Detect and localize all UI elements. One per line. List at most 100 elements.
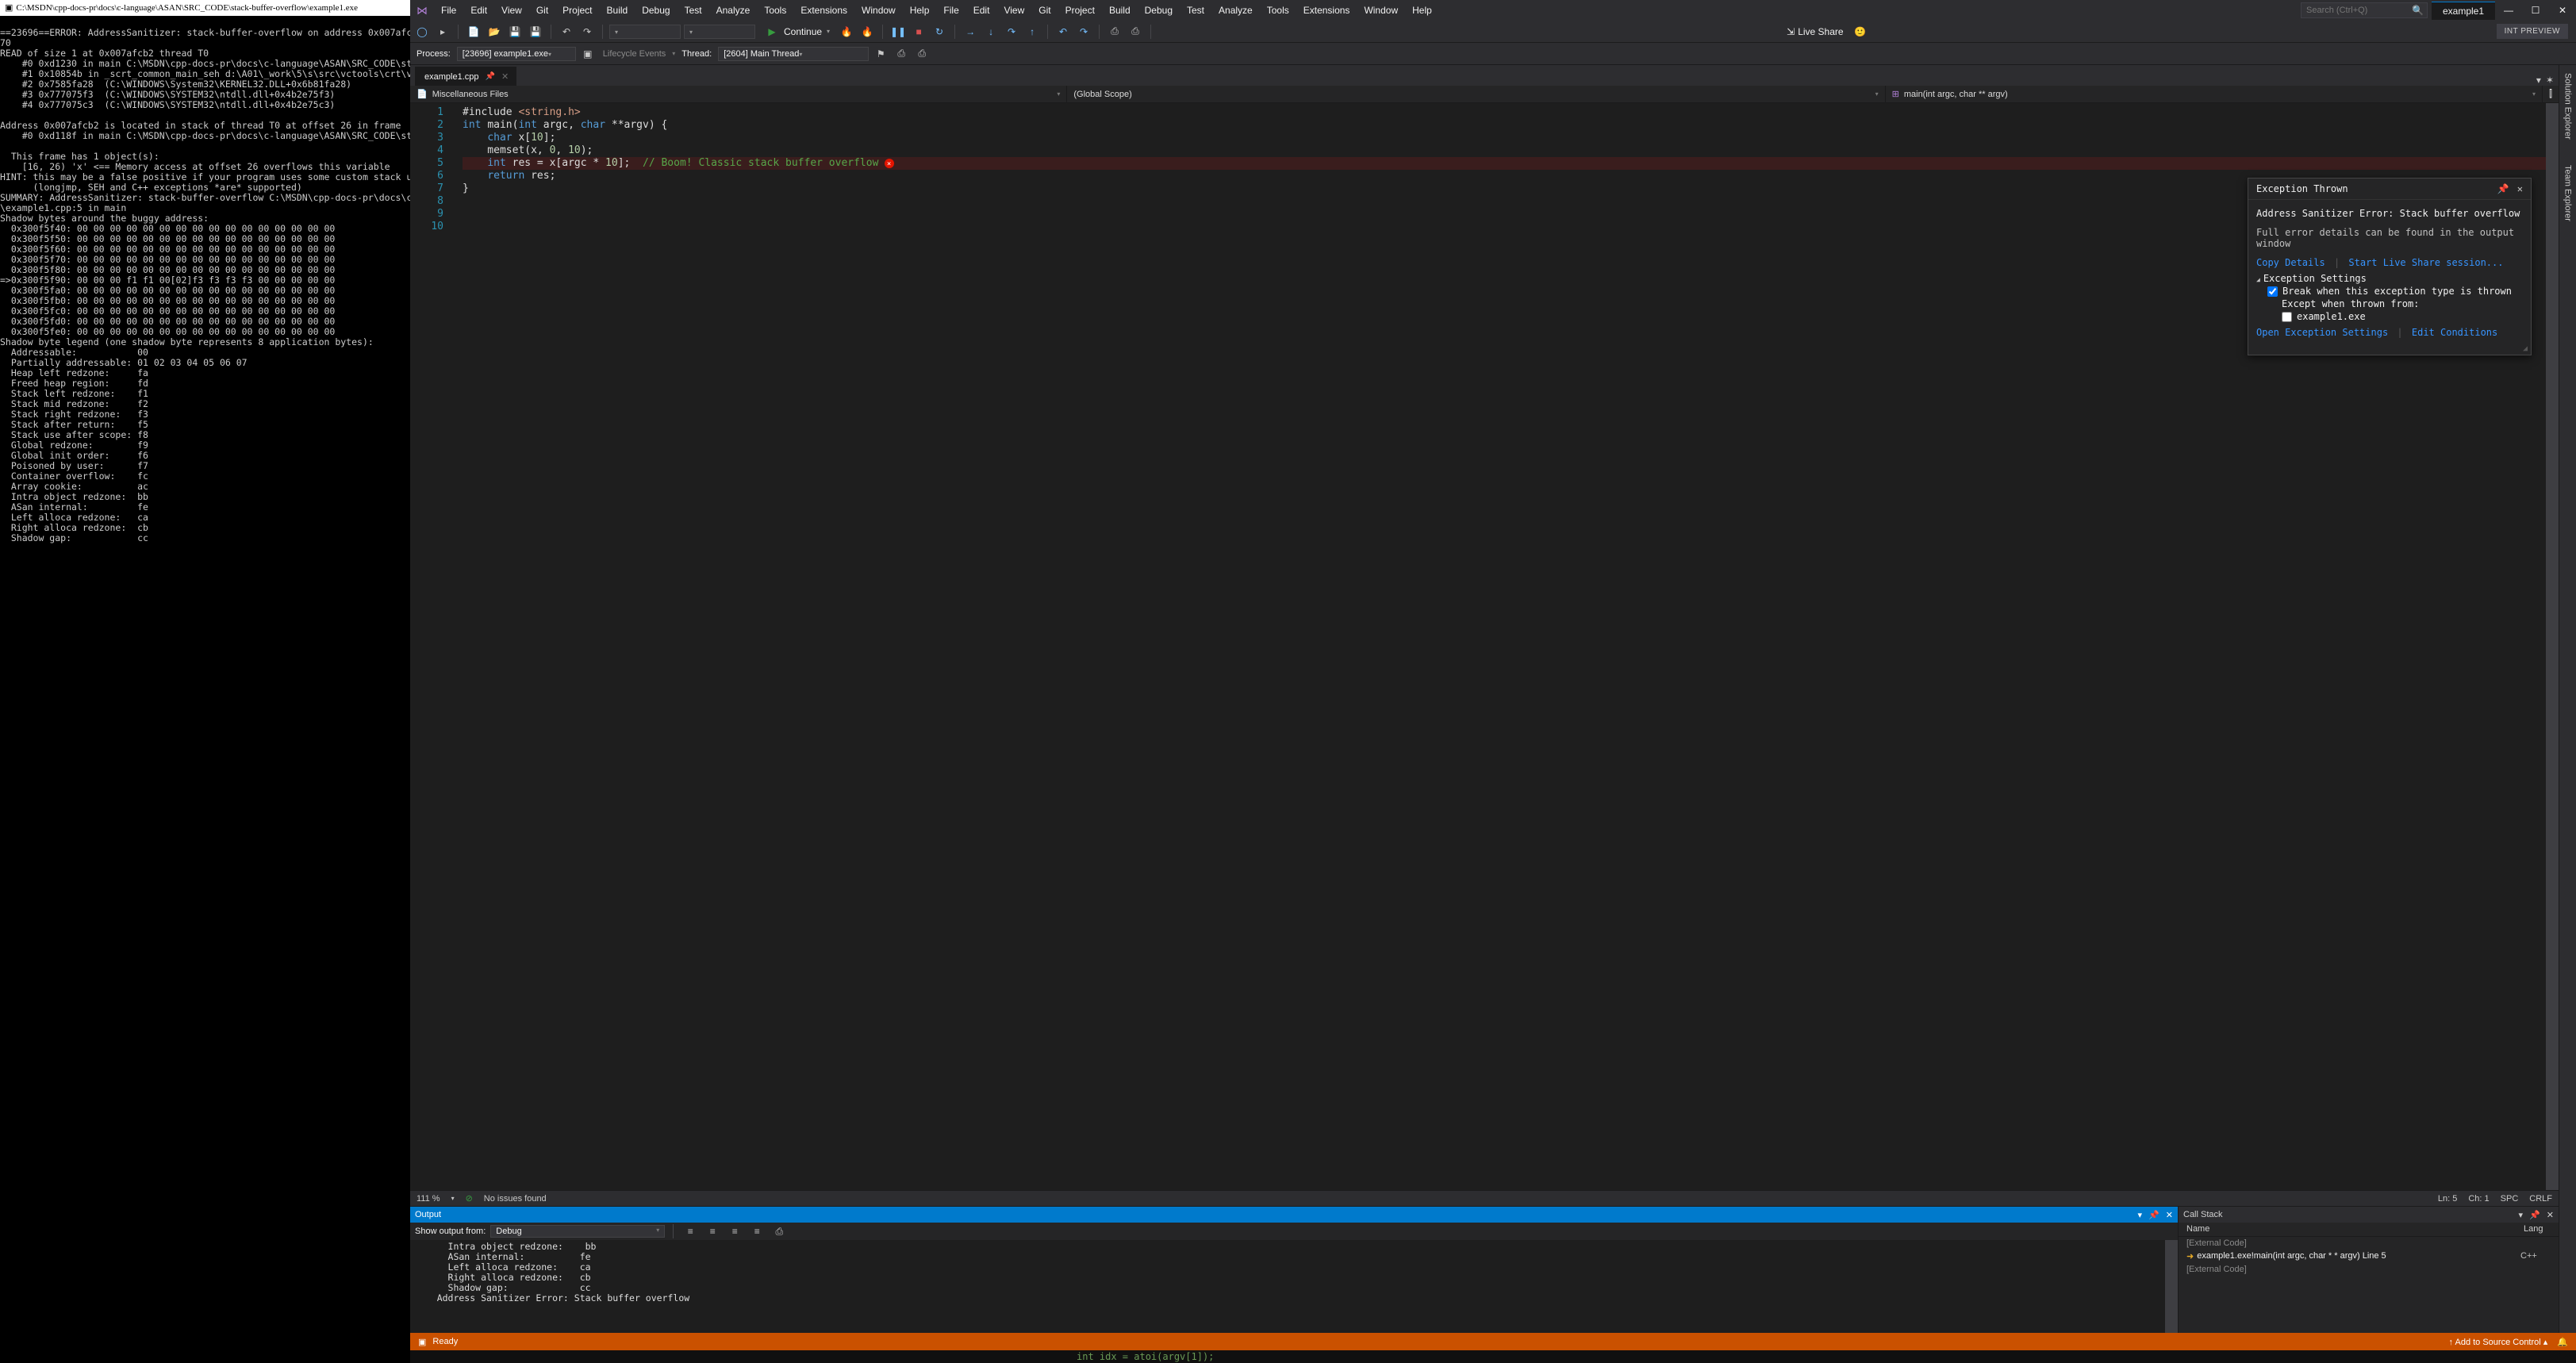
thread-dropdown[interactable]: [2604] Main Thread bbox=[718, 47, 869, 61]
output-dropdown-icon[interactable]: ▾ bbox=[2138, 1210, 2143, 1220]
save-all-button[interactable]: 💾 bbox=[527, 23, 544, 40]
issues-text[interactable]: No issues found bbox=[484, 1194, 547, 1204]
menu-git[interactable]: Git bbox=[529, 2, 555, 19]
lifecycle-icon[interactable]: ▣ bbox=[579, 45, 597, 63]
continue-button[interactable]: ▶Continue▾ bbox=[758, 21, 835, 42]
menu-tools[interactable]: Tools bbox=[757, 2, 793, 19]
nav-project-dropdown[interactable]: 📄 Miscellaneous Files▾ bbox=[410, 86, 1067, 102]
close-popup-icon[interactable]: ✕ bbox=[2517, 183, 2523, 194]
save-button[interactable]: 💾 bbox=[506, 23, 524, 40]
undo-button[interactable]: ↶ bbox=[558, 23, 575, 40]
console-titlebar[interactable]: ▣ C:\MSDN\cpp-docs-pr\docs\c-language\AS… bbox=[0, 0, 410, 16]
menu-project[interactable]: Project bbox=[1058, 2, 1102, 19]
team-explorer-tab[interactable]: Team Explorer bbox=[2562, 160, 2574, 226]
step-over-button[interactable]: ↷ bbox=[1003, 23, 1020, 40]
code-surface[interactable]: #include <string.h>int main(int argc, ch… bbox=[458, 103, 2546, 1190]
module-checkbox[interactable]: example1.exe bbox=[2282, 311, 2366, 322]
cs-pin-icon[interactable]: 📌 bbox=[2529, 1210, 2540, 1220]
cs-close-icon[interactable]: ✕ bbox=[2547, 1210, 2554, 1220]
tab-settings-icon[interactable]: ✶ bbox=[2546, 75, 2554, 86]
call-stack-rows[interactable]: [External Code]➜example1.exe!main(int ar… bbox=[2179, 1237, 2559, 1333]
menu-test[interactable]: Test bbox=[1180, 2, 1211, 19]
int-preview-badge[interactable]: INT PREVIEW bbox=[2497, 24, 2568, 39]
close-button[interactable]: ✕ bbox=[2549, 2, 2576, 19]
nav-scope-dropdown[interactable]: (Global Scope)▾ bbox=[1067, 86, 1885, 102]
call-stack-row[interactable]: ➜example1.exe!main(int argc, char * * ar… bbox=[2179, 1250, 2559, 1263]
cs-dropdown-icon[interactable]: ▾ bbox=[2519, 1210, 2524, 1220]
menu-tools[interactable]: Tools bbox=[1260, 2, 1296, 19]
copy-details-link[interactable]: Copy Details bbox=[2256, 257, 2325, 268]
vs-logo-icon[interactable]: ⋈ bbox=[410, 4, 434, 17]
flag-button[interactable]: ⚑ bbox=[872, 45, 889, 63]
out-btn-1[interactable]: ≡ bbox=[681, 1223, 699, 1240]
solution-name[interactable]: example1 bbox=[2432, 2, 2495, 20]
search-icon[interactable]: 🔍 bbox=[2412, 5, 2424, 16]
output-text[interactable]: Intra object redzone: bb ASan internal: … bbox=[410, 1240, 2178, 1333]
editor-scrollbar[interactable] bbox=[2546, 103, 2559, 1190]
menu-test[interactable]: Test bbox=[678, 2, 709, 19]
stop-button[interactable]: ■ bbox=[910, 23, 927, 40]
menu-debug[interactable]: Debug bbox=[635, 2, 677, 19]
menu-extensions[interactable]: Extensions bbox=[793, 2, 854, 19]
step-out-button[interactable]: ↑ bbox=[1023, 23, 1041, 40]
process-dropdown[interactable]: [23696] example1.exe bbox=[457, 47, 576, 61]
tool-button-1[interactable]: ⎙ bbox=[1106, 23, 1123, 40]
call-stack-row[interactable]: [External Code] bbox=[2179, 1263, 2559, 1276]
minimize-button[interactable]: — bbox=[2495, 2, 2522, 19]
nav-fwd-button[interactable]: ▸ bbox=[434, 23, 451, 40]
line-number[interactable]: Ln: 5 bbox=[2438, 1194, 2457, 1204]
nav-back-button[interactable]: ◯ bbox=[413, 23, 431, 40]
menu-git[interactable]: Git bbox=[1031, 2, 1058, 19]
out-btn-4[interactable]: ≡ bbox=[748, 1223, 766, 1240]
menu-window[interactable]: Window bbox=[854, 2, 903, 19]
restart-button[interactable]: ↻ bbox=[931, 23, 948, 40]
menu-build[interactable]: Build bbox=[1102, 2, 1138, 19]
maximize-button[interactable]: ☐ bbox=[2522, 2, 2549, 19]
feedback-button[interactable]: 🙂 bbox=[1852, 23, 1869, 40]
add-source-control-button[interactable]: ↑ Add to Source Control ▴ bbox=[2449, 1337, 2548, 1347]
resize-grip-icon[interactable]: ◢ bbox=[2248, 344, 2531, 355]
platform-dropdown[interactable] bbox=[684, 25, 755, 39]
menu-window[interactable]: Window bbox=[1357, 2, 1405, 19]
start-live-share-link[interactable]: Start Live Share session... bbox=[2348, 257, 2503, 268]
split-view-icon[interactable]: ⫿ bbox=[2543, 86, 2559, 102]
search-input[interactable] bbox=[2301, 2, 2428, 18]
line-ending[interactable]: CRLF bbox=[2529, 1194, 2552, 1204]
menu-view[interactable]: View bbox=[996, 2, 1031, 19]
menu-file[interactable]: File bbox=[936, 2, 966, 19]
call-stack-columns[interactable]: Name Lang bbox=[2179, 1223, 2559, 1237]
output-header[interactable]: Output ▾📌✕ bbox=[410, 1207, 2178, 1223]
menu-edit[interactable]: Edit bbox=[966, 2, 997, 19]
hot-reload-button[interactable]: 🔥 bbox=[838, 23, 855, 40]
new-item-button[interactable]: 📄 bbox=[465, 23, 482, 40]
show-next-stmt-button[interactable]: → bbox=[962, 23, 979, 40]
exception-settings-header[interactable]: Exception Settings bbox=[2256, 273, 2523, 284]
menu-help[interactable]: Help bbox=[903, 2, 937, 19]
menu-debug[interactable]: Debug bbox=[1138, 2, 1180, 19]
notifications-icon[interactable]: 🔔 bbox=[2557, 1337, 2568, 1347]
output-pin-icon[interactable]: 📌 bbox=[2148, 1210, 2159, 1220]
hot-reload-2-button[interactable]: 🔥 bbox=[858, 23, 876, 40]
quick-search[interactable]: 🔍 bbox=[2301, 2, 2424, 18]
menu-project[interactable]: Project bbox=[555, 2, 599, 19]
menu-analyze[interactable]: Analyze bbox=[1211, 2, 1260, 19]
step-back-button[interactable]: ↶ bbox=[1054, 23, 1072, 40]
char-number[interactable]: Ch: 1 bbox=[2468, 1194, 2489, 1204]
menu-build[interactable]: Build bbox=[600, 2, 635, 19]
output-source-dropdown[interactable]: Debug▾ bbox=[490, 1225, 665, 1238]
out-btn-5[interactable]: ⎙ bbox=[770, 1223, 788, 1240]
open-exception-settings-link[interactable]: Open Exception Settings bbox=[2256, 327, 2388, 338]
redo-button[interactable]: ↷ bbox=[578, 23, 596, 40]
menu-file[interactable]: File bbox=[434, 2, 463, 19]
solution-explorer-tab[interactable]: Solution Explorer bbox=[2562, 68, 2574, 144]
console-output[interactable]: ==23696==ERROR: AddressSanitizer: stack-… bbox=[0, 16, 410, 543]
menu-view[interactable]: View bbox=[494, 2, 529, 19]
output-scrollbar[interactable] bbox=[2165, 1240, 2178, 1333]
menu-analyze[interactable]: Analyze bbox=[709, 2, 758, 19]
edit-conditions-link[interactable]: Edit Conditions bbox=[2412, 327, 2497, 338]
out-btn-2[interactable]: ≡ bbox=[704, 1223, 721, 1240]
pause-button[interactable]: ❚❚ bbox=[889, 23, 907, 40]
break-when-thrown-checkbox[interactable]: Break when this exception type is thrown bbox=[2267, 286, 2512, 297]
doc-tab-example1[interactable]: example1.cpp 📌 ✕ bbox=[415, 67, 516, 86]
pin-icon[interactable]: 📌 bbox=[486, 72, 495, 81]
